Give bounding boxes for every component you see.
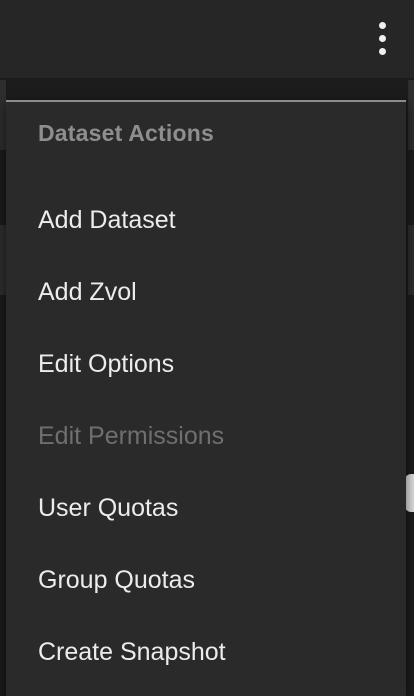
menu-item-add-zvol[interactable]: Add Zvol: [6, 256, 406, 328]
menu-item-user-quotas[interactable]: User Quotas: [6, 472, 406, 544]
gear-icon[interactable]: [405, 474, 414, 512]
menu-item-edit-permissions: Edit Permissions: [38, 421, 225, 450]
background-card-edge: [408, 80, 414, 150]
kebab-dot: [378, 34, 386, 42]
top-app-bar: [0, 0, 414, 78]
menu-item-create-snapshot[interactable]: Create Snapshot: [6, 616, 406, 688]
menu-item-edit-options[interactable]: Edit Options: [6, 328, 406, 400]
more-vert-icon[interactable]: [366, 16, 398, 60]
kebab-dot: [378, 47, 386, 55]
kebab-dot: [378, 21, 386, 29]
menu-item-group-quotas[interactable]: Group Quotas: [6, 544, 406, 616]
menu-item-add-dataset[interactable]: Add Dataset: [6, 184, 406, 256]
menu-header: Dataset Actions: [38, 120, 214, 146]
screen: Dataset Actions Add Dataset Add Zvol Edi…: [0, 0, 414, 696]
dataset-actions-menu: Dataset Actions Add Dataset Add Zvol Edi…: [6, 100, 406, 696]
background-card-edge: [408, 225, 414, 295]
